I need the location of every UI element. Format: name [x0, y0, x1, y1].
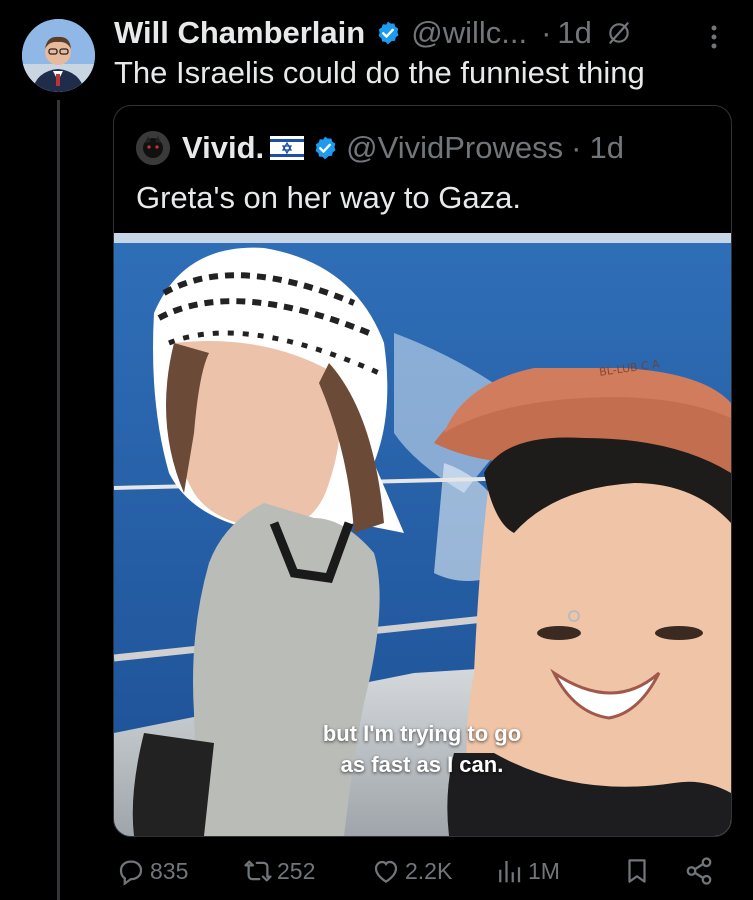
view-count: 1M	[528, 857, 560, 884]
quoted-timestamp[interactable]: 1d	[589, 130, 623, 166]
share-button[interactable]	[684, 856, 718, 886]
heart-icon	[374, 860, 398, 883]
tweet-timestamp[interactable]: 1d	[557, 15, 591, 51]
repost-button[interactable]: 252	[243, 856, 315, 886]
quoted-author-avatar[interactable]	[136, 131, 170, 165]
quoted-avatar-image	[136, 131, 170, 165]
separator-dot: ·	[541, 15, 552, 50]
author-avatar[interactable]	[22, 19, 95, 92]
repost-icon	[244, 860, 272, 882]
quoted-tweet[interactable]: Vivid. @VividProwess · 1d Greta's on her…	[113, 105, 732, 837]
grok-icon[interactable]	[606, 20, 632, 46]
quoted-media-video[interactable]: BL-LUB C A but I'm trying to go as fast …	[114, 233, 731, 836]
quoted-verified-badge-icon	[315, 136, 336, 160]
quoted-author-handle[interactable]: @VividProwess	[346, 130, 563, 166]
tweet-text: The Israelis could do the funniest thing	[114, 55, 645, 90]
bookmark-icon	[628, 859, 646, 883]
video-caption-line1: but I'm trying to go	[322, 721, 522, 746]
reply-icon	[119, 860, 143, 886]
like-count: 2.2K	[405, 857, 453, 884]
reply-button[interactable]: 835	[116, 856, 188, 886]
author-handle[interactable]: @willc...	[411, 15, 527, 51]
reply-count: 835	[150, 857, 189, 884]
quoted-author-name[interactable]: Vivid.	[182, 130, 264, 166]
quoted-tweet-text: Greta's on her way to Gaza.	[136, 180, 521, 215]
thread-line	[57, 100, 60, 900]
video-caption-line2: as fast as I can.	[340, 752, 504, 777]
tweet-action-bar: 835 252 2.2K 1M	[0, 850, 753, 894]
repost-count: 252	[277, 857, 316, 884]
israel-flag-icon	[270, 136, 305, 160]
like-button[interactable]: 2.2K	[371, 856, 452, 886]
views-button[interactable]: 1M	[494, 856, 560, 886]
video-caption: but I'm trying to go as fast as I can.	[302, 718, 542, 780]
verified-badge-icon	[378, 21, 399, 45]
quoted-tweet-header: Vivid. @VividProwess · 1d	[136, 128, 624, 168]
quoted-separator-dot: ·	[571, 130, 582, 165]
more-options-icon[interactable]	[705, 22, 723, 52]
share-icon	[686, 857, 712, 885]
bookmark-button[interactable]	[622, 856, 656, 886]
author-name[interactable]: Will Chamberlain	[114, 15, 365, 51]
avatar-image	[22, 19, 95, 92]
tweet-header: Will Chamberlain @willc... · 1d	[114, 14, 632, 52]
views-chart-icon	[499, 861, 521, 883]
